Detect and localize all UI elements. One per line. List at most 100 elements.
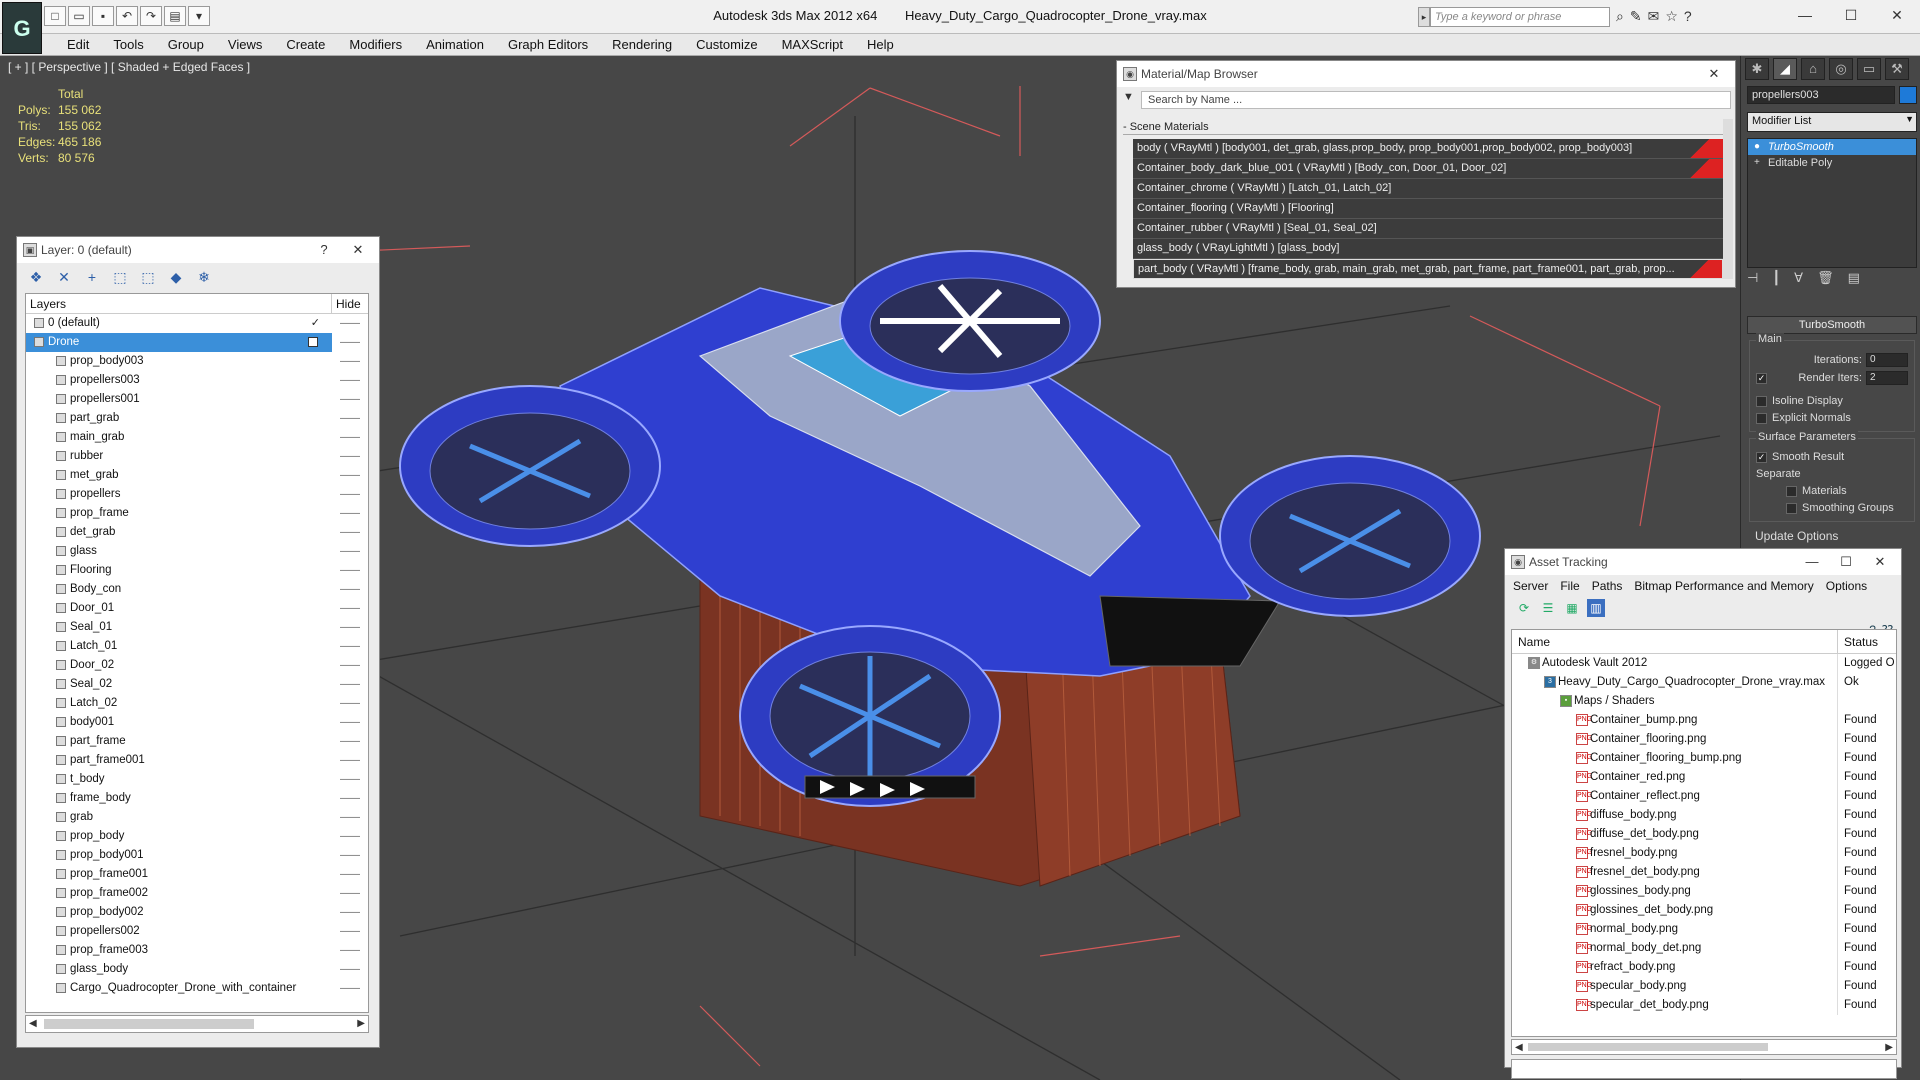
maximize-icon[interactable]: ☐ <box>1829 549 1863 575</box>
hide-toggle[interactable]: —— <box>332 656 368 675</box>
hide-toggle[interactable]: —— <box>332 675 368 694</box>
pin-stack-icon[interactable]: ⊣ <box>1747 270 1758 286</box>
asset-row[interactable]: PNGglossines_det_body.png Found <box>1512 901 1896 920</box>
smooth-result-checkbox[interactable]: ✓ <box>1756 452 1767 463</box>
layer-row[interactable]: Seal_02 —— <box>26 675 368 694</box>
hide-toggle[interactable]: —— <box>332 466 368 485</box>
asset-menu-paths[interactable]: Paths <box>1592 575 1623 597</box>
stack-item-editable-poly[interactable]: + Editable Poly <box>1748 155 1916 171</box>
hide-toggle[interactable]: —— <box>332 789 368 808</box>
material-browser-titlebar[interactable]: ◉ Material/Map Browser ✕ <box>1117 61 1735 87</box>
asset-row[interactable]: PNGdiffuse_body.png Found <box>1512 806 1896 825</box>
highlight-selected-icon[interactable]: ⬚ <box>137 267 159 287</box>
render-iters-checkbox[interactable]: ✓ <box>1756 372 1767 384</box>
layer-row[interactable]: grab —— <box>26 808 368 827</box>
menu-rendering[interactable]: Rendering <box>600 34 684 56</box>
asset-row[interactable]: ⚙ Autodesk Vault 2012 Logged O <box>1512 654 1896 673</box>
menu-edit[interactable]: Edit <box>55 34 101 56</box>
asset-row[interactable]: PNGfresnel_det_body.png Found <box>1512 863 1896 882</box>
layer-window-titlebar[interactable]: ▣ Layer: 0 (default) ? ✕ <box>17 237 379 263</box>
hide-toggle[interactable]: —— <box>332 751 368 770</box>
menu-graph-editors[interactable]: Graph Editors <box>496 34 600 56</box>
menu-views[interactable]: Views <box>216 34 274 56</box>
layer-row[interactable]: body001 —— <box>26 713 368 732</box>
material-row[interactable]: part_body ( VRayMtl ) [frame_body, grab,… <box>1133 259 1723 279</box>
hide-toggle[interactable]: —— <box>332 865 368 884</box>
materials-checkbox[interactable] <box>1786 486 1797 497</box>
layers-column-header[interactable]: Layers <box>26 294 332 313</box>
remove-modifier-icon[interactable]: 🗑 <box>1817 270 1834 286</box>
layer-row[interactable]: prop_body002 —— <box>26 903 368 922</box>
layer-row[interactable]: part_frame —— <box>26 732 368 751</box>
menu-group[interactable]: Group <box>156 34 216 56</box>
hide-toggle[interactable]: —— <box>332 561 368 580</box>
scroll-thumb[interactable] <box>44 1019 254 1029</box>
communication-icon[interactable]: ✉ <box>1648 8 1660 25</box>
isoline-checkbox[interactable] <box>1756 396 1767 407</box>
asset-row[interactable]: PNGnormal_body_det.png Found <box>1512 939 1896 958</box>
hide-toggle[interactable]: —— <box>332 409 368 428</box>
maximize-icon[interactable]: ☐ <box>1828 0 1874 30</box>
hide-toggle[interactable]: —— <box>332 504 368 523</box>
create-layer-icon[interactable]: ❖ <box>25 267 47 287</box>
app-logo-button[interactable]: G <box>2 2 42 54</box>
asset-row[interactable]: PNGContainer_bump.png Found <box>1512 711 1896 730</box>
select-objects-icon[interactable]: ⬚ <box>109 267 131 287</box>
display-tab-icon[interactable]: ▭ <box>1857 58 1881 80</box>
render-iters-spinner[interactable]: 2 <box>1866 371 1908 385</box>
hide-toggle[interactable]: —— <box>332 485 368 504</box>
minimize-icon[interactable]: — <box>1795 549 1829 575</box>
material-vertical-scrollbar[interactable] <box>1723 119 1733 279</box>
material-row[interactable]: Container_chrome ( VRayMtl ) [Latch_01, … <box>1133 179 1723 199</box>
hide-toggle[interactable]: —— <box>332 599 368 618</box>
asset-path-field[interactable] <box>1511 1059 1897 1079</box>
hide-toggle[interactable]: —— <box>332 846 368 865</box>
close-icon[interactable]: ✕ <box>1697 61 1731 87</box>
asset-row[interactable]: PNGfresnel_body.png Found <box>1512 844 1896 863</box>
menu-customize[interactable]: Customize <box>684 34 769 56</box>
set-current-layer-box[interactable] <box>308 337 318 347</box>
show-end-result-icon[interactable]: ┃ <box>1772 270 1780 286</box>
explicit-normals-row[interactable]: Explicit Normals <box>1756 410 1908 427</box>
layer-row[interactable]: prop_body001 —— <box>26 846 368 865</box>
asset-menu-server[interactable]: Server <box>1513 575 1548 597</box>
object-name-field[interactable]: propellers003 <box>1747 86 1895 104</box>
layer-row[interactable]: t_body —— <box>26 770 368 789</box>
hide-toggle[interactable]: —— <box>332 979 368 998</box>
help-icon[interactable]: ? <box>307 237 341 263</box>
asset-row[interactable]: PNGglossines_body.png Found <box>1512 882 1896 901</box>
hierarchy-tab-icon[interactable]: ⌂ <box>1801 58 1825 80</box>
hide-toggle[interactable]: —— <box>332 618 368 637</box>
smoothing-groups-row[interactable]: Smoothing Groups <box>1756 500 1908 517</box>
close-icon[interactable]: ✕ <box>1863 549 1897 575</box>
hide-toggle[interactable]: —— <box>332 827 368 846</box>
layer-row[interactable]: Drone —— <box>26 333 368 352</box>
hide-toggle[interactable]: —— <box>332 941 368 960</box>
material-row[interactable]: glass_body ( VRayLightMtl ) [glass_body] <box>1133 239 1723 259</box>
favorites-star-icon[interactable]: ☆ <box>1665 8 1678 25</box>
menu-help[interactable]: Help <box>855 34 906 56</box>
create-tab-icon[interactable]: ✱ <box>1745 58 1769 80</box>
materials-row[interactable]: Materials <box>1756 483 1908 500</box>
asset-row[interactable]: PNGspecular_det_body.png Found <box>1512 996 1896 1015</box>
hide-toggle[interactable]: —— <box>332 960 368 979</box>
stack-item-turbosmooth[interactable]: ● TurboSmooth <box>1748 139 1916 155</box>
isoline-row[interactable]: Isoline Display <box>1756 393 1908 410</box>
asset-row[interactable]: PNGContainer_flooring.png Found <box>1512 730 1896 749</box>
menu-animation[interactable]: Animation <box>414 34 496 56</box>
layer-row[interactable]: prop_body003 —— <box>26 352 368 371</box>
asset-menu-bitmap[interactable]: Bitmap Performance and Memory <box>1634 575 1813 597</box>
hide-all-icon[interactable]: ◆ <box>165 267 187 287</box>
hide-toggle[interactable]: —— <box>332 903 368 922</box>
scroll-right-icon[interactable]: ▶ <box>1885 1040 1893 1056</box>
hide-toggle[interactable]: —— <box>332 523 368 542</box>
layer-row[interactable]: 0 (default) ✓ —— <box>26 314 368 333</box>
freeze-all-icon[interactable]: ❄ <box>193 267 215 287</box>
hide-toggle[interactable]: —— <box>332 447 368 466</box>
hide-toggle[interactable]: —— <box>332 732 368 751</box>
layer-row[interactable]: Door_01 —— <box>26 599 368 618</box>
asset-tracking-titlebar[interactable]: ◉ Asset Tracking — ☐ ✕ <box>1505 549 1901 575</box>
menu-create[interactable]: Create <box>274 34 337 56</box>
utilities-tab-icon[interactable]: ⚒ <box>1885 58 1909 80</box>
layer-row[interactable]: prop_frame003 —— <box>26 941 368 960</box>
